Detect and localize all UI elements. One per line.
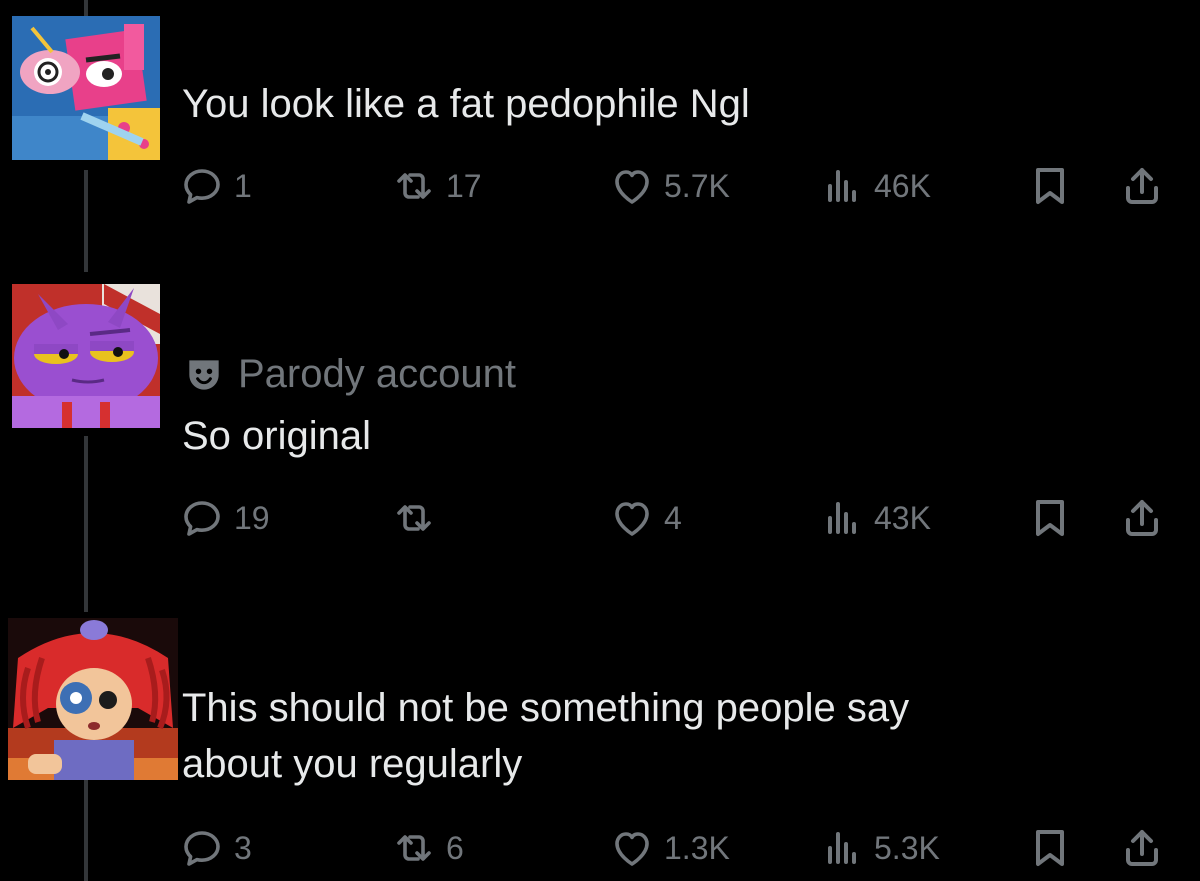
avatar-image	[12, 284, 160, 428]
theater-mask-icon	[189, 359, 219, 390]
avatar[interactable]	[12, 16, 160, 160]
reply-button[interactable]: 1	[178, 160, 252, 212]
view-count: 5.3K	[874, 829, 940, 866]
reply-button[interactable]: 19	[178, 492, 270, 544]
avatar[interactable]	[8, 618, 178, 780]
avatar-image	[8, 618, 178, 780]
share-icon	[1126, 500, 1158, 536]
parody-label: Parody account	[182, 352, 516, 397]
views-button[interactable]: 5.3K	[818, 822, 940, 874]
bookmark-icon	[1036, 830, 1064, 866]
post-text: So original	[182, 414, 372, 458]
reply-icon	[184, 831, 220, 866]
bookmark-icon	[1036, 500, 1064, 536]
heart-icon	[615, 170, 649, 204]
post-3: This should not be something people say a…	[0, 600, 1200, 881]
avatar[interactable]	[12, 284, 160, 428]
share-button[interactable]	[1118, 160, 1166, 212]
reply-button[interactable]: 3	[178, 822, 252, 874]
view-count: 46K	[874, 167, 931, 204]
bookmark-button[interactable]	[1026, 492, 1074, 544]
bookmark-icon	[1036, 168, 1064, 204]
repost-icon	[397, 173, 431, 199]
like-button[interactable]: 4	[608, 492, 682, 544]
like-count: 1.3K	[664, 829, 730, 866]
repost-count: 17	[446, 167, 482, 204]
view-count: 43K	[874, 499, 931, 536]
repost-icon	[397, 505, 431, 531]
share-icon	[1126, 830, 1158, 866]
parody-label-text: Parody account	[238, 352, 516, 396]
repost-button[interactable]: 17	[390, 160, 482, 212]
like-button[interactable]: 5.7K	[608, 160, 730, 212]
bookmark-button[interactable]	[1026, 160, 1074, 212]
views-button[interactable]: 46K	[818, 160, 931, 212]
repost-button[interactable]: 6	[390, 822, 464, 874]
views-icon	[828, 170, 856, 202]
like-button[interactable]: 1.3K	[608, 822, 730, 874]
post-text-line-2: about you regularly	[182, 742, 523, 786]
post-text: You look like a fat pedophile Ngl	[182, 82, 750, 126]
reply-count: 1	[234, 167, 252, 204]
reply-icon	[184, 169, 220, 204]
views-icon	[828, 502, 856, 534]
avatar-image	[12, 16, 160, 160]
post-text-line-1: This should not be something people say	[182, 686, 910, 730]
post-text: This should not be something people say a…	[182, 680, 1142, 792]
repost-count: 6	[446, 829, 464, 866]
post-1: You look like a fat pedophile Ngl 1 17 5…	[0, 0, 1200, 240]
action-bar: 1 17 5.7K 46K	[178, 160, 1180, 212]
post-2: Parody account So original 19 4 43K	[0, 270, 1200, 590]
heart-icon	[615, 832, 649, 866]
action-bar: 19 4 43K	[178, 492, 1180, 544]
views-button[interactable]: 43K	[818, 492, 931, 544]
bookmark-button[interactable]	[1026, 822, 1074, 874]
share-button[interactable]	[1118, 492, 1166, 544]
share-icon	[1126, 168, 1158, 204]
like-count: 5.7K	[664, 167, 730, 204]
views-icon	[828, 832, 856, 864]
reply-count: 3	[234, 829, 252, 866]
heart-icon	[615, 502, 649, 536]
repost-icon	[397, 835, 431, 861]
action-bar: 3 6 1.3K 5.3K	[178, 822, 1180, 874]
like-count: 4	[664, 499, 682, 536]
share-button[interactable]	[1118, 822, 1166, 874]
reply-icon	[184, 501, 220, 536]
repost-button[interactable]	[390, 492, 446, 544]
reply-count: 19	[234, 499, 270, 536]
